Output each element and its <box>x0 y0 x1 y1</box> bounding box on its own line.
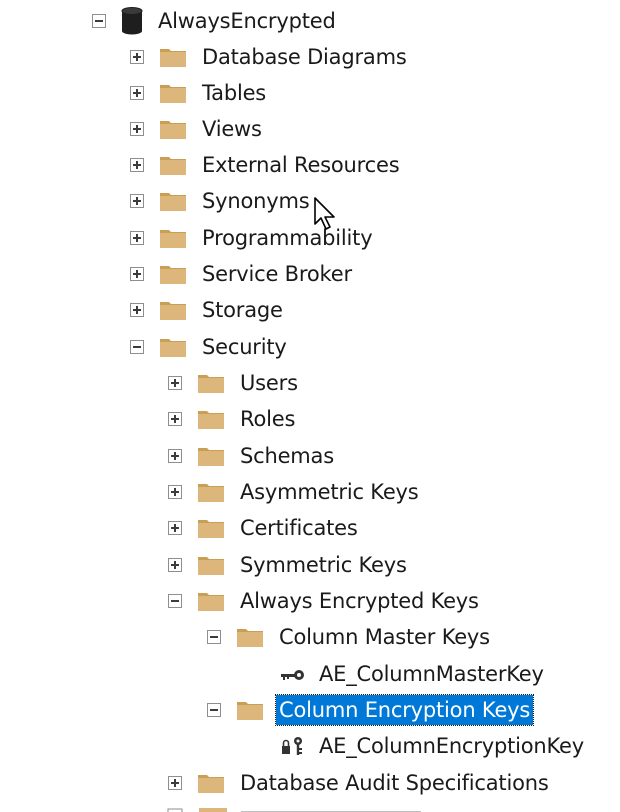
expand-toggle[interactable] <box>130 158 144 172</box>
key-icon <box>280 662 308 686</box>
tree-node-roles[interactable]: Roles <box>168 402 298 436</box>
tree-node-label: Synonyms <box>202 189 310 213</box>
tree-node-tables[interactable]: Tables <box>130 76 269 110</box>
collapse-toggle-database[interactable] <box>92 14 106 28</box>
expand-toggle[interactable] <box>168 412 182 426</box>
collapse-toggle[interactable] <box>168 594 182 608</box>
tree-node-label: Service Broker <box>202 262 352 286</box>
expand-toggle[interactable] <box>130 303 144 317</box>
database-icon <box>121 7 143 35</box>
tree-node-label: Users <box>240 371 298 395</box>
tree-node-column-master-keys[interactable]: Column Master Keys <box>207 620 493 654</box>
tree-node-database[interactable]: AlwaysEncrypted <box>92 4 339 38</box>
tree-node-label: Tables <box>202 81 267 105</box>
tree-node-label: Certificates <box>240 516 358 540</box>
folder-icon <box>197 445 225 467</box>
tree-node-schemas[interactable]: Schemas <box>168 439 337 473</box>
folder-icon <box>236 626 264 648</box>
folder-icon <box>159 82 187 104</box>
folder-icon <box>197 590 225 612</box>
expand-toggle[interactable] <box>168 376 182 390</box>
folder-icon <box>236 699 264 721</box>
tree-node-label: Roles <box>240 407 296 431</box>
tree-node-label: Schemas <box>240 444 334 468</box>
tree-node-asymmetric-keys[interactable]: Asymmetric Keys <box>168 475 422 509</box>
folder-icon <box>197 772 225 794</box>
tree-node-always-encrypted-keys[interactable]: Always Encrypted Keys <box>168 584 482 618</box>
expand-toggle[interactable] <box>130 122 144 136</box>
tree-node-label-selected: Column Encryption Keys <box>274 694 535 726</box>
folder-icon <box>197 517 225 539</box>
folder-icon <box>159 227 187 249</box>
tree-node-views[interactable]: Views <box>130 112 265 146</box>
tree-node-label: Symmetric Keys <box>240 553 407 577</box>
tree-node-label: AlwaysEncrypted <box>158 9 336 33</box>
tree-node-ae-column-master-key[interactable]: AE_ColumnMasterKey <box>280 657 547 691</box>
expand-toggle[interactable] <box>168 521 182 535</box>
folder-icon <box>159 118 187 140</box>
collapse-toggle[interactable] <box>207 630 221 644</box>
tree-node-label: Views <box>202 117 262 141</box>
tree-node-certificates[interactable]: Certificates <box>168 511 361 545</box>
tree-node-label: Storage <box>202 298 283 322</box>
tree-node-database-diagrams[interactable]: Database Diagrams <box>130 40 410 74</box>
tree-node-label: Programmability <box>202 226 373 250</box>
folder-icon <box>159 299 187 321</box>
folder-icon <box>197 408 225 430</box>
collapse-toggle[interactable] <box>130 340 144 354</box>
tree-node-label: Always Encrypted Keys <box>240 589 479 613</box>
object-explorer-tree: AlwaysEncrypted Database Diagrams Tables… <box>0 0 620 812</box>
tree-node-label: External Resources <box>202 153 400 177</box>
tree-node-database-audit-specifications[interactable]: Database Audit Specifications <box>168 766 552 800</box>
tree-node-synonyms[interactable]: Synonyms <box>130 184 312 218</box>
mouse-cursor-icon <box>313 196 339 234</box>
expand-toggle[interactable] <box>168 558 182 572</box>
tree-node-label: AE_ColumnMasterKey <box>319 662 544 686</box>
tree-node-users[interactable]: Users <box>168 366 301 400</box>
tree-node-label: Asymmetric Keys <box>240 480 419 504</box>
tree-node-label: Security <box>202 335 287 359</box>
tree-node-service-broker[interactable]: Service Broker <box>130 257 355 291</box>
expand-toggle[interactable] <box>168 776 182 790</box>
expand-toggle[interactable] <box>168 449 182 463</box>
tree-node-security[interactable]: Security <box>130 330 290 364</box>
expand-toggle[interactable] <box>130 194 144 208</box>
tree-node-clipped <box>163 800 563 812</box>
folder-icon <box>197 372 225 394</box>
folder-icon <box>159 336 187 358</box>
tree-node-label: Database Diagrams <box>202 45 407 69</box>
expand-toggle[interactable] <box>130 231 144 245</box>
folder-icon <box>159 190 187 212</box>
expand-toggle[interactable] <box>130 267 144 281</box>
tree-node-external-resources[interactable]: External Resources <box>130 148 402 182</box>
tree-node-ae-column-encryption-key[interactable]: AE_ColumnEncryptionKey <box>280 729 587 763</box>
folder-icon <box>159 154 187 176</box>
expand-toggle[interactable] <box>130 86 144 100</box>
tree-node-symmetric-keys[interactable]: Symmetric Keys <box>168 548 410 582</box>
folder-icon <box>159 46 187 68</box>
tree-node-storage[interactable]: Storage <box>130 293 286 327</box>
folder-icon <box>197 554 225 576</box>
expand-toggle[interactable] <box>168 485 182 499</box>
expand-toggle[interactable] <box>130 50 144 64</box>
collapse-toggle[interactable] <box>207 703 221 717</box>
tree-node-label: AE_ColumnEncryptionKey <box>319 734 584 758</box>
encryption-key-icon <box>280 734 308 758</box>
tree-node-label: Database Audit Specifications <box>240 771 549 795</box>
folder-icon <box>197 481 225 503</box>
tree-node-column-encryption-keys[interactable]: Column Encryption Keys <box>207 693 535 727</box>
folder-icon <box>159 263 187 285</box>
tree-node-label: Column Master Keys <box>279 625 490 649</box>
